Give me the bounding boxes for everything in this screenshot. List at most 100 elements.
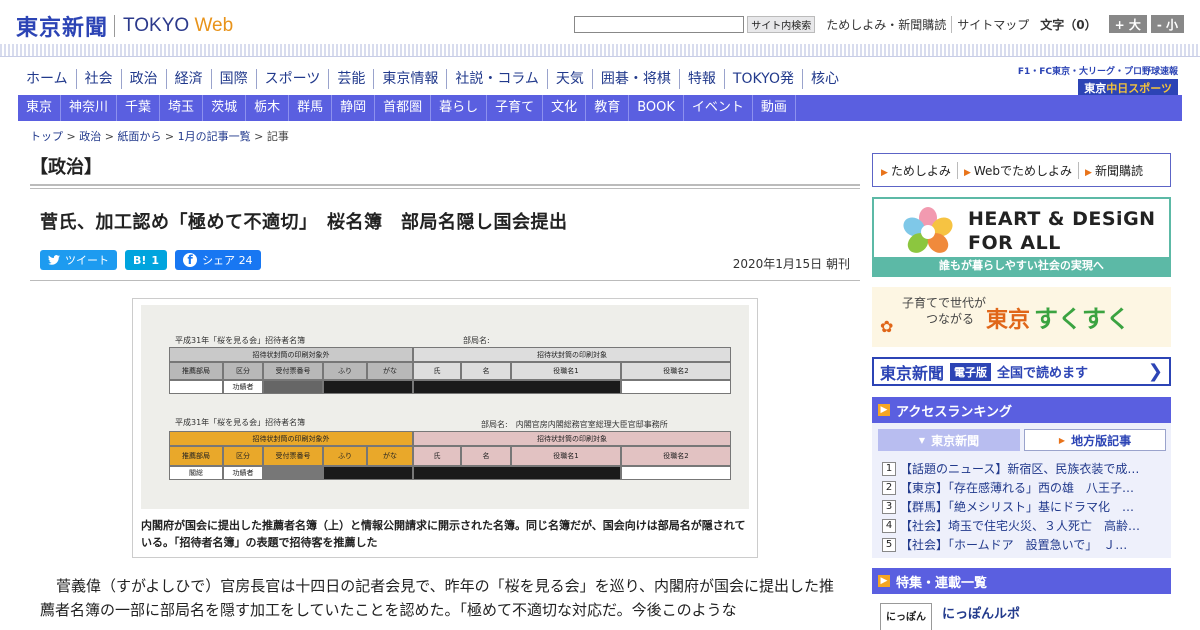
gnav-item[interactable]: 社説・コラム	[446, 69, 547, 89]
facebook-icon: f	[183, 253, 198, 267]
region-nav-item[interactable]: 神奈川	[61, 95, 118, 121]
site-search-input[interactable]	[574, 15, 745, 33]
article-body: 菅義偉（すがよしひで）官房長官は十四日の記者会見で、昨年の「桜を見る会」を巡り、…	[40, 577, 835, 619]
ranking-item[interactable]: 4 【社会】埼玉で住宅火災、３人死亡 高齢…	[882, 516, 1162, 535]
ranking-item[interactable]: 2 【東京】「存在感薄れる」西の雄 八王子…	[882, 478, 1162, 497]
twitter-bird-icon	[48, 255, 60, 265]
ranking-box: ▼ 東京新聞 ▶ 地方版記事 1 【話題のニュース】新宿区、民族衣装で成… 2 【東京】「…	[872, 423, 1171, 558]
gnav-item[interactable]: 囲碁・将棋	[591, 69, 679, 89]
tweet-button[interactable]: ツイート	[40, 250, 117, 270]
breadcrumb-item[interactable]: 政治	[79, 130, 101, 143]
ranking-item[interactable]: 1 【話題のニュース】新宿区、民族衣装で成…	[882, 459, 1162, 478]
gnav-item[interactable]: 芸能	[328, 69, 373, 89]
gnav-item[interactable]: 核心	[801, 69, 847, 89]
sitemap-link[interactable]: サイトマップ	[951, 15, 1034, 33]
triangle-right-icon: ▶	[881, 167, 888, 178]
sukusuku-logo-tokyo: 東京	[986, 308, 1031, 333]
gnav-item[interactable]: スポーツ	[255, 69, 329, 89]
gnav-item[interactable]: 東京情報	[373, 69, 446, 89]
doc2-hdr-out: 招待状封筒の印刷対象外	[169, 431, 413, 446]
tab-local-articles[interactable]: ▶ 地方版記事	[1024, 429, 1166, 451]
region-nav-item[interactable]: 千葉	[117, 95, 161, 121]
section-title: 【政治】	[30, 157, 102, 178]
doc1-data-row: 功績者	[169, 380, 731, 394]
promo-link[interactable]: ▶ 新聞購読	[1078, 161, 1149, 179]
ranking-item[interactable]: 3 【群馬】「絶メシリスト」基にドラマ化 …	[882, 497, 1162, 516]
gnav-item[interactable]: 天気	[546, 69, 592, 89]
doc2-cell-kubun: 功績者	[223, 466, 263, 480]
tab-tokyo-shimbun-label: 東京新聞	[931, 433, 980, 448]
doc2-cell-redacted	[413, 466, 621, 480]
chunichi-logo-b: 中日スポーツ	[1106, 82, 1172, 95]
breadcrumb-item[interactable]: トップ	[30, 130, 63, 143]
ranking-title-text: 【社会】埼玉で住宅火災、３人死亡 高齢…	[900, 519, 1141, 533]
promo-link[interactable]: ▶ ためしよみ	[881, 162, 957, 179]
doc1-col-uketsuke: 受付票番号	[263, 362, 323, 380]
region-nav-item[interactable]: 静岡	[332, 95, 376, 121]
photo-caption: 内閣府が国会に提出した推薦者名簿（上）と情報公開請求に開示された名簿。同じ名簿だ…	[141, 519, 746, 549]
gnav-item[interactable]: TOKYO発	[723, 69, 802, 89]
doc2-cell-redacted	[263, 466, 323, 480]
feature-item-link[interactable]: にっぽんルポ	[942, 603, 1020, 622]
ebook-text: 全国で読めます	[997, 366, 1089, 381]
region-nav-item[interactable]: 群馬	[289, 95, 333, 121]
feature-title: 特集・連載一覧	[896, 575, 988, 591]
ebook-tag: 電子版	[950, 362, 992, 381]
region-nav-item[interactable]: 動画	[753, 95, 796, 121]
hatena-bookmark-button[interactable]: B! 1	[125, 250, 168, 270]
feature-thumbnail[interactable]: にっぽん	[880, 603, 932, 630]
gnav-item[interactable]: 政治	[120, 69, 166, 89]
region-nav-item[interactable]: 東京	[18, 95, 62, 121]
tab-local-articles-label: 地方版記事	[1071, 433, 1132, 448]
ranking-title-text: 【群馬】「絶メシリスト」基にドラマ化 …	[900, 500, 1135, 514]
section-divider	[30, 184, 860, 189]
gnav-item[interactable]: 特報	[678, 69, 724, 89]
region-nav-item[interactable]: 文化	[543, 95, 587, 121]
hatena-icon: B!	[133, 253, 147, 267]
sukusuku-logo-sukusuku: すくすく	[1034, 305, 1131, 333]
tokyo-sukusuku-banner[interactable]: ✿ 子育てで世代が つながる 東京 すくすく	[872, 287, 1171, 347]
chunichi-sports-banner[interactable]: F1・FC東京・大リーグ・プロ野球速報 東京中日スポーツ	[1018, 64, 1178, 97]
site-search-button[interactable]: サイト内検索	[747, 15, 816, 33]
region-nav-item[interactable]: BOOK	[629, 95, 684, 121]
region-nav-item[interactable]: 埼玉	[160, 95, 204, 121]
site-logo[interactable]: 東京新聞 TOKYO Web	[16, 10, 233, 42]
region-nav-item[interactable]: 教育	[586, 95, 630, 121]
region-nav-item[interactable]: 子育て	[487, 95, 544, 121]
gnav-item[interactable]: 国際	[210, 69, 256, 89]
font-size-label: 文字（0）	[1040, 17, 1097, 32]
digital-edition-banner[interactable]: 東京新聞 電子版 全国で読めます ❯	[872, 357, 1171, 386]
doc2-cell-redacted	[323, 466, 413, 480]
ranking-tabs: ▼ 東京新聞 ▶ 地方版記事	[878, 429, 1170, 451]
chunichi-logo-a: 東京	[1084, 82, 1107, 95]
doc2-col-uketsuke: 受付票番号	[263, 446, 323, 466]
region-nav-item[interactable]: 栃木	[246, 95, 290, 121]
region-nav-item[interactable]: 暮らし	[431, 95, 488, 121]
region-nav-item[interactable]: 首都圏	[375, 95, 432, 121]
region-nav-item[interactable]: イベント	[684, 95, 753, 121]
tab-tokyo-shimbun[interactable]: ▼ 東京新聞	[878, 429, 1020, 451]
gnav-item[interactable]: 社会	[75, 69, 121, 89]
subscribe-link[interactable]: ためしよみ・新聞購読	[821, 16, 951, 33]
article-photo[interactable]: 平成31年「桜を見る会」招待者名簿 部局名: 招待状封筒の印刷対象外 招待状封筒…	[141, 305, 749, 509]
doc2-title: 平成31年「桜を見る会」招待者名簿	[175, 418, 306, 427]
promo-link[interactable]: ▶ Webでためしよみ	[956, 161, 1078, 179]
doc1-cell-kubun: 功績者	[223, 380, 263, 394]
font-size-decrease-button[interactable]: - 小	[1150, 15, 1184, 33]
ranking-item[interactable]: 5 【社会】「ホームドア 設置急いで」 Ｊ…	[882, 535, 1162, 554]
breadcrumb-item[interactable]: 紙面から	[117, 130, 161, 143]
header-border-line	[0, 56, 1200, 57]
heart-design-banner[interactable]: HEART & DESiGN FOR ALL 誰もが暮らしやすい社会の実現へ	[872, 197, 1171, 277]
breadcrumb-item[interactable]: 1月の記事一覧	[178, 130, 251, 143]
tweet-label: ツイート	[65, 254, 109, 267]
triangle-right-icon: ▶	[1085, 167, 1092, 178]
gnav-item[interactable]: 経済	[165, 69, 211, 89]
doc1-col-suisen: 推薦部局	[169, 362, 223, 380]
ebook-logo: 東京新聞	[880, 363, 945, 383]
gnav-item[interactable]: ホーム	[20, 69, 76, 89]
region-nav-item[interactable]: 茨城	[203, 95, 247, 121]
heart-design-text: HEART & DESiGN FOR ALL	[968, 207, 1156, 255]
facebook-share-button[interactable]: f シェア 24	[175, 250, 261, 270]
ranking-title-text: 【東京】「存在感薄れる」西の雄 八王子…	[900, 481, 1135, 495]
font-size-increase-button[interactable]: + 大	[1108, 15, 1147, 33]
